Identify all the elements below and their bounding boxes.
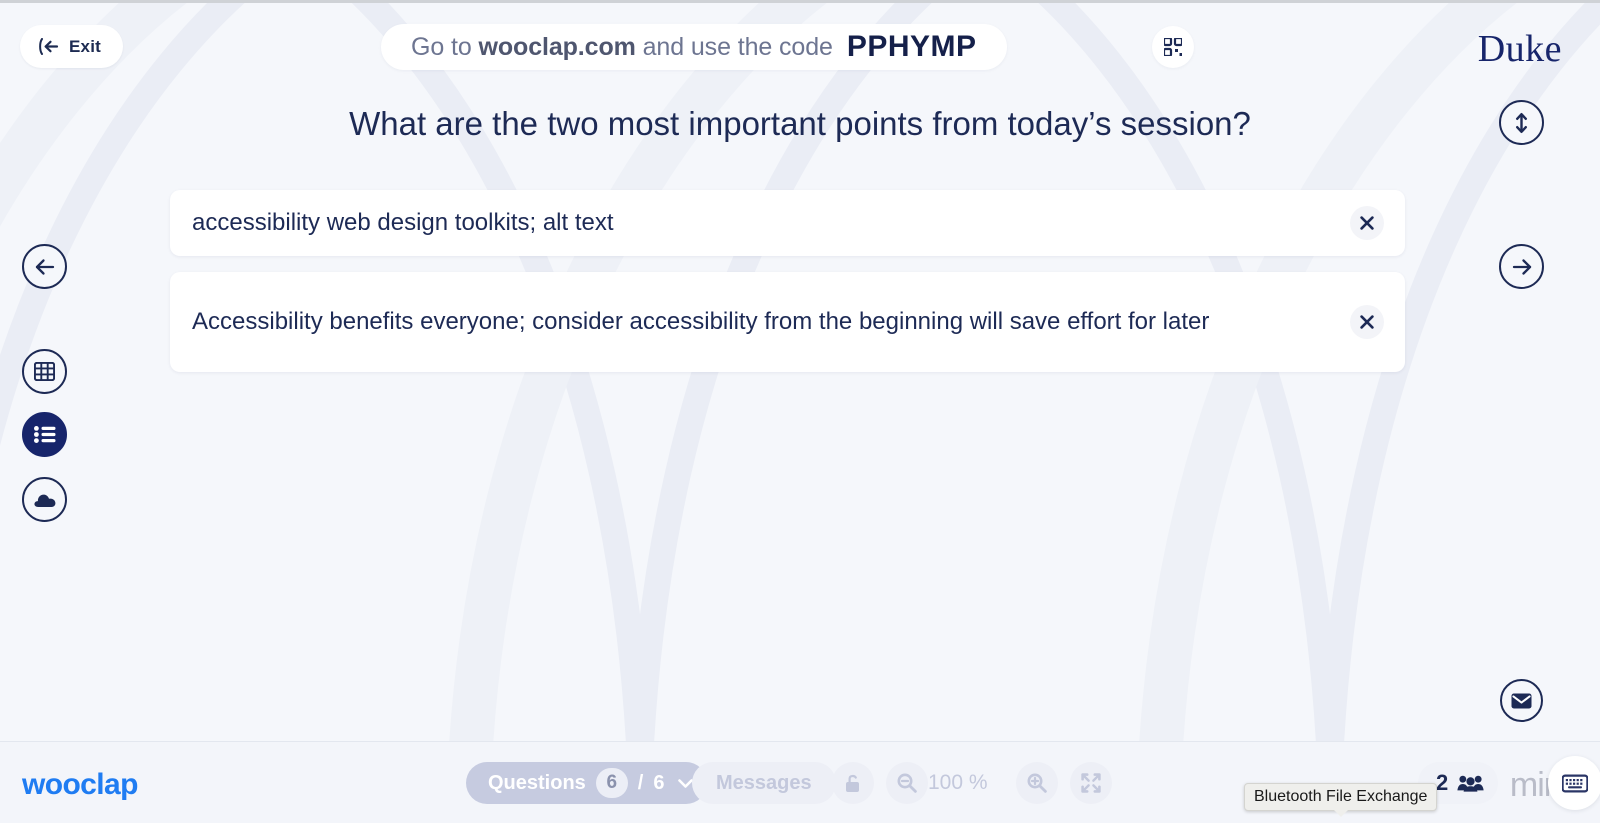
lock-button[interactable] [832, 762, 874, 804]
messages-label: Messages [716, 771, 812, 794]
join-code: PPHYMP [846, 30, 977, 63]
wooclap-logo[interactable]: wooclap [22, 768, 138, 802]
keyboard-icon [1562, 774, 1588, 793]
answer-text: accessibility web design toolkits; alt t… [192, 208, 614, 236]
arrow-left-icon [34, 258, 56, 276]
answer-text: Accessibility benefits everyone; conside… [192, 307, 1210, 335]
arrow-right-icon [1511, 258, 1533, 276]
exit-button[interactable]: Exit [20, 25, 123, 68]
join-code-banner: Go to wooclap.com and use the code PPHYM… [381, 24, 1007, 70]
messages-pill[interactable]: Messages [692, 762, 836, 804]
wooclap-presentation-screen: Exit Go to wooclap.com and use the code … [0, 0, 1600, 823]
scroll-toggle-button[interactable] [1499, 100, 1544, 145]
scroll-vertical-icon [1515, 112, 1528, 134]
next-question-button[interactable] [1499, 244, 1544, 289]
answer-delete-button[interactable] [1350, 305, 1384, 339]
list-view-button[interactable] [22, 412, 67, 457]
questions-separator: / [637, 771, 644, 794]
close-icon [1360, 315, 1374, 329]
join-instruction-text: Go to wooclap.com and use the code [411, 33, 833, 62]
answer-card[interactable]: accessibility web design toolkits; alt t… [170, 190, 1405, 256]
mail-icon [1511, 693, 1532, 709]
answer-card[interactable]: Accessibility benefits everyone; conside… [170, 272, 1405, 372]
question-title: What are the two most important points f… [349, 105, 1251, 142]
questions-label: Questions [488, 771, 586, 794]
exit-arrow-icon [38, 38, 60, 55]
zoom-in-button[interactable] [1016, 762, 1058, 804]
keyboard-shortcuts-button[interactable] [1548, 756, 1600, 810]
questions-current: 6 [595, 768, 628, 798]
participants-count: 2 [1436, 770, 1449, 795]
unlock-icon [845, 773, 862, 793]
people-icon [1457, 774, 1484, 792]
os-tooltip: Bluetooth File Exchange [1244, 783, 1438, 817]
fullscreen-button[interactable] [1070, 762, 1112, 804]
join-domain: wooclap.com [478, 32, 636, 61]
zoom-level-label: 100 % [928, 771, 988, 794]
app-header: Exit Go to wooclap.com and use the code … [0, 3, 1600, 91]
grid-view-icon [34, 362, 55, 381]
join-prefix: Go to [411, 32, 479, 61]
close-icon [1360, 216, 1374, 230]
previous-question-button[interactable] [22, 244, 67, 289]
exit-button-label: Exit [69, 36, 101, 56]
duke-logo: Duke [1477, 28, 1562, 70]
qr-code-button[interactable] [1152, 26, 1194, 68]
zoom-out-button[interactable] [886, 762, 928, 804]
grid-view-button[interactable] [22, 349, 67, 394]
join-middle: and use the code [635, 32, 833, 61]
word-cloud-icon [33, 491, 57, 508]
zoom-out-icon [897, 773, 917, 793]
questions-total: 6 [653, 771, 665, 794]
messages-button[interactable] [1500, 679, 1543, 722]
list-view-icon [33, 426, 56, 443]
questions-selector[interactable]: Questions 6 / 6 [466, 762, 708, 804]
fullscreen-icon [1081, 773, 1101, 793]
qr-code-icon [1164, 38, 1182, 56]
word-cloud-view-button[interactable] [22, 477, 67, 522]
answers-list: accessibility web design toolkits; alt t… [170, 190, 1405, 388]
answer-delete-button[interactable] [1350, 206, 1384, 240]
zoom-in-icon [1027, 773, 1047, 793]
